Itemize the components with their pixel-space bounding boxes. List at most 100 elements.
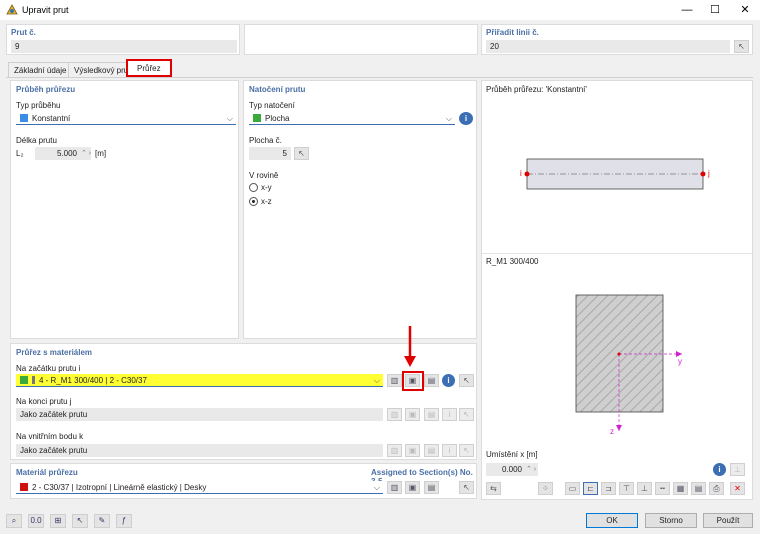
- start-section-select[interactable]: 4 - R_M1 300/400 | 2 - C30/37 ⌵: [16, 374, 383, 387]
- new-section-icon: ▣: [405, 408, 420, 421]
- variation-preview-title: Průběh průřezu: 'Konstantní': [486, 85, 587, 94]
- pick-section-icon[interactable]: ↖: [459, 374, 474, 387]
- node-i-label: i: [520, 169, 522, 178]
- show-points-icon[interactable]: ⊥: [637, 482, 652, 495]
- preview-divider: [482, 253, 752, 254]
- variation-header: Průběh průřezu: [16, 85, 76, 94]
- internal-section-field[interactable]: Jako začátek prutu: [16, 444, 383, 457]
- pin-icon: ⊥: [730, 463, 745, 476]
- assign-line-field[interactable]: 20: [486, 40, 730, 53]
- edit-section-icon: ▤: [424, 408, 439, 421]
- new-section-icon: ▣: [405, 444, 420, 457]
- reset-view-icon[interactable]: ✕: [730, 482, 745, 495]
- radio-xy[interactable]: [249, 183, 258, 192]
- info-icon[interactable]: i: [459, 112, 473, 125]
- minimize-button[interactable]: —: [672, 0, 702, 20]
- print-view-icon[interactable]: ▭: [565, 482, 580, 495]
- info-icon[interactable]: i: [442, 374, 455, 387]
- chevron-down-icon: ⌵: [445, 114, 452, 123]
- radio-xz-label: x-z: [261, 197, 272, 206]
- pick-line-icon[interactable]: ↖: [734, 40, 749, 53]
- library-icon[interactable]: ▥: [387, 481, 402, 494]
- end-section-field[interactable]: Jako začátek prutu: [16, 408, 383, 421]
- function-icon[interactable]: ƒ: [116, 514, 132, 528]
- ok-button[interactable]: OK: [586, 513, 638, 528]
- info-icon[interactable]: i: [713, 463, 726, 476]
- cancel-button[interactable]: Storno: [645, 513, 697, 528]
- highlight-box: [402, 371, 424, 391]
- printer-icon[interactable]: ⎙: [709, 482, 724, 495]
- location-spinner-icon[interactable]: ⌃ ›: [526, 465, 536, 473]
- length-unit: [m]: [95, 149, 107, 158]
- units-icon[interactable]: 0.0: [28, 514, 44, 528]
- blank-panel: [244, 24, 478, 55]
- surface-field[interactable]: 5: [249, 147, 291, 160]
- members-icon[interactable]: ⊞: [50, 514, 66, 528]
- sections-header: Průřez s materiálem: [16, 348, 93, 357]
- material-panel: Materiál průřezu Assigned to Section(s) …: [10, 463, 477, 499]
- section-shape-icon: [32, 376, 35, 384]
- start-label: Na začátku prutu i: [16, 364, 81, 373]
- material-swatch: [20, 483, 28, 491]
- library-icon: ▥: [387, 408, 402, 421]
- table-icon[interactable]: ▤: [691, 482, 706, 495]
- variation-type-value: Konstantní: [32, 114, 71, 123]
- chevron-down-icon: ⌵: [373, 376, 380, 385]
- select-icon[interactable]: ↖: [72, 514, 88, 528]
- length-spinner-icon[interactable]: ⌃ ›: [81, 149, 91, 157]
- radio-xz[interactable]: [249, 197, 258, 206]
- pick-section-icon: ↖: [459, 444, 474, 457]
- rotation-type-label: Typ natočení: [249, 101, 295, 110]
- start-section-value: 4 - R_M1 300/400 | 2 - C30/37: [39, 376, 147, 385]
- variation-panel: Průběh průřezu Typ průběhu Konstantní ⌵ …: [10, 80, 239, 339]
- new-material-icon[interactable]: ▣: [405, 481, 420, 494]
- length-symbol: L₂: [16, 149, 24, 158]
- annotation-arrow: [404, 326, 416, 367]
- library-icon: ▥: [387, 444, 402, 457]
- edit-section-icon: ▤: [424, 444, 439, 457]
- tab-section[interactable]: Průřez: [126, 59, 172, 77]
- edit-section-icon[interactable]: ▤: [424, 374, 439, 387]
- assign-line-label: Přiřadit linii č.: [486, 28, 539, 37]
- app-icon: [6, 4, 18, 15]
- variation-type-select[interactable]: Konstantní ⌵: [16, 112, 236, 125]
- view-axes-icon[interactable]: ⁘: [538, 482, 553, 495]
- preview-panel: Průběh průřezu: 'Konstantní' i j R_M1 30…: [481, 80, 753, 500]
- variation-type-label: Typ průběhu: [16, 101, 61, 110]
- rotation-type-select[interactable]: Plocha ⌵: [249, 112, 455, 125]
- show-axes-icon[interactable]: ⊤: [619, 482, 634, 495]
- end-label: Na konci prutu j: [16, 397, 72, 406]
- chevron-down-icon: ⌵: [226, 114, 233, 123]
- show-dimensions-icon[interactable]: ⊐: [601, 482, 616, 495]
- pick-surface-icon[interactable]: ↖: [294, 147, 309, 160]
- member-no-label: Prut č.: [11, 28, 36, 37]
- library-icon[interactable]: ▥: [387, 374, 402, 387]
- view-options-icon[interactable]: ⇆: [486, 482, 501, 495]
- pick-material-icon[interactable]: ↖: [459, 481, 474, 494]
- close-button[interactable]: ✕: [730, 0, 760, 20]
- rotation-panel: Natočení prutu Typ natočení Plocha ⌵ i P…: [243, 80, 477, 339]
- info-icon: i: [442, 408, 457, 421]
- show-hatch-icon[interactable]: ╍: [655, 482, 670, 495]
- material-select[interactable]: 2 - C30/37 | Izotropní | Lineárně elasti…: [16, 481, 383, 494]
- rotation-type-swatch: [253, 114, 261, 122]
- show-section-icon[interactable]: ⊏: [583, 482, 598, 495]
- rotation-header: Natočení prutu: [249, 85, 306, 94]
- member-no-field[interactable]: 9: [11, 40, 237, 53]
- location-label: Umístění x [m]: [486, 450, 538, 459]
- info-icon: i: [442, 444, 457, 457]
- apply-button[interactable]: Použít: [703, 513, 753, 528]
- tab-basic[interactable]: Základní údaje: [8, 62, 73, 77]
- grid-icon[interactable]: ▦: [673, 482, 688, 495]
- search-icon[interactable]: ⌕: [6, 514, 22, 528]
- window-title: Upravit prut: [22, 5, 69, 15]
- tab-divider: [6, 77, 753, 78]
- member-no-panel: Prut č. 9: [6, 24, 240, 55]
- surface-label: Plocha č.: [249, 136, 282, 145]
- variation-type-swatch: [20, 114, 28, 122]
- edit-icon[interactable]: ✎: [94, 514, 110, 528]
- material-value: 2 - C30/37 | Izotropní | Lineárně elasti…: [32, 483, 207, 492]
- radio-xz-dot: [252, 200, 255, 203]
- maximize-button[interactable]: ☐: [700, 0, 730, 20]
- edit-material-icon[interactable]: ▤: [424, 481, 439, 494]
